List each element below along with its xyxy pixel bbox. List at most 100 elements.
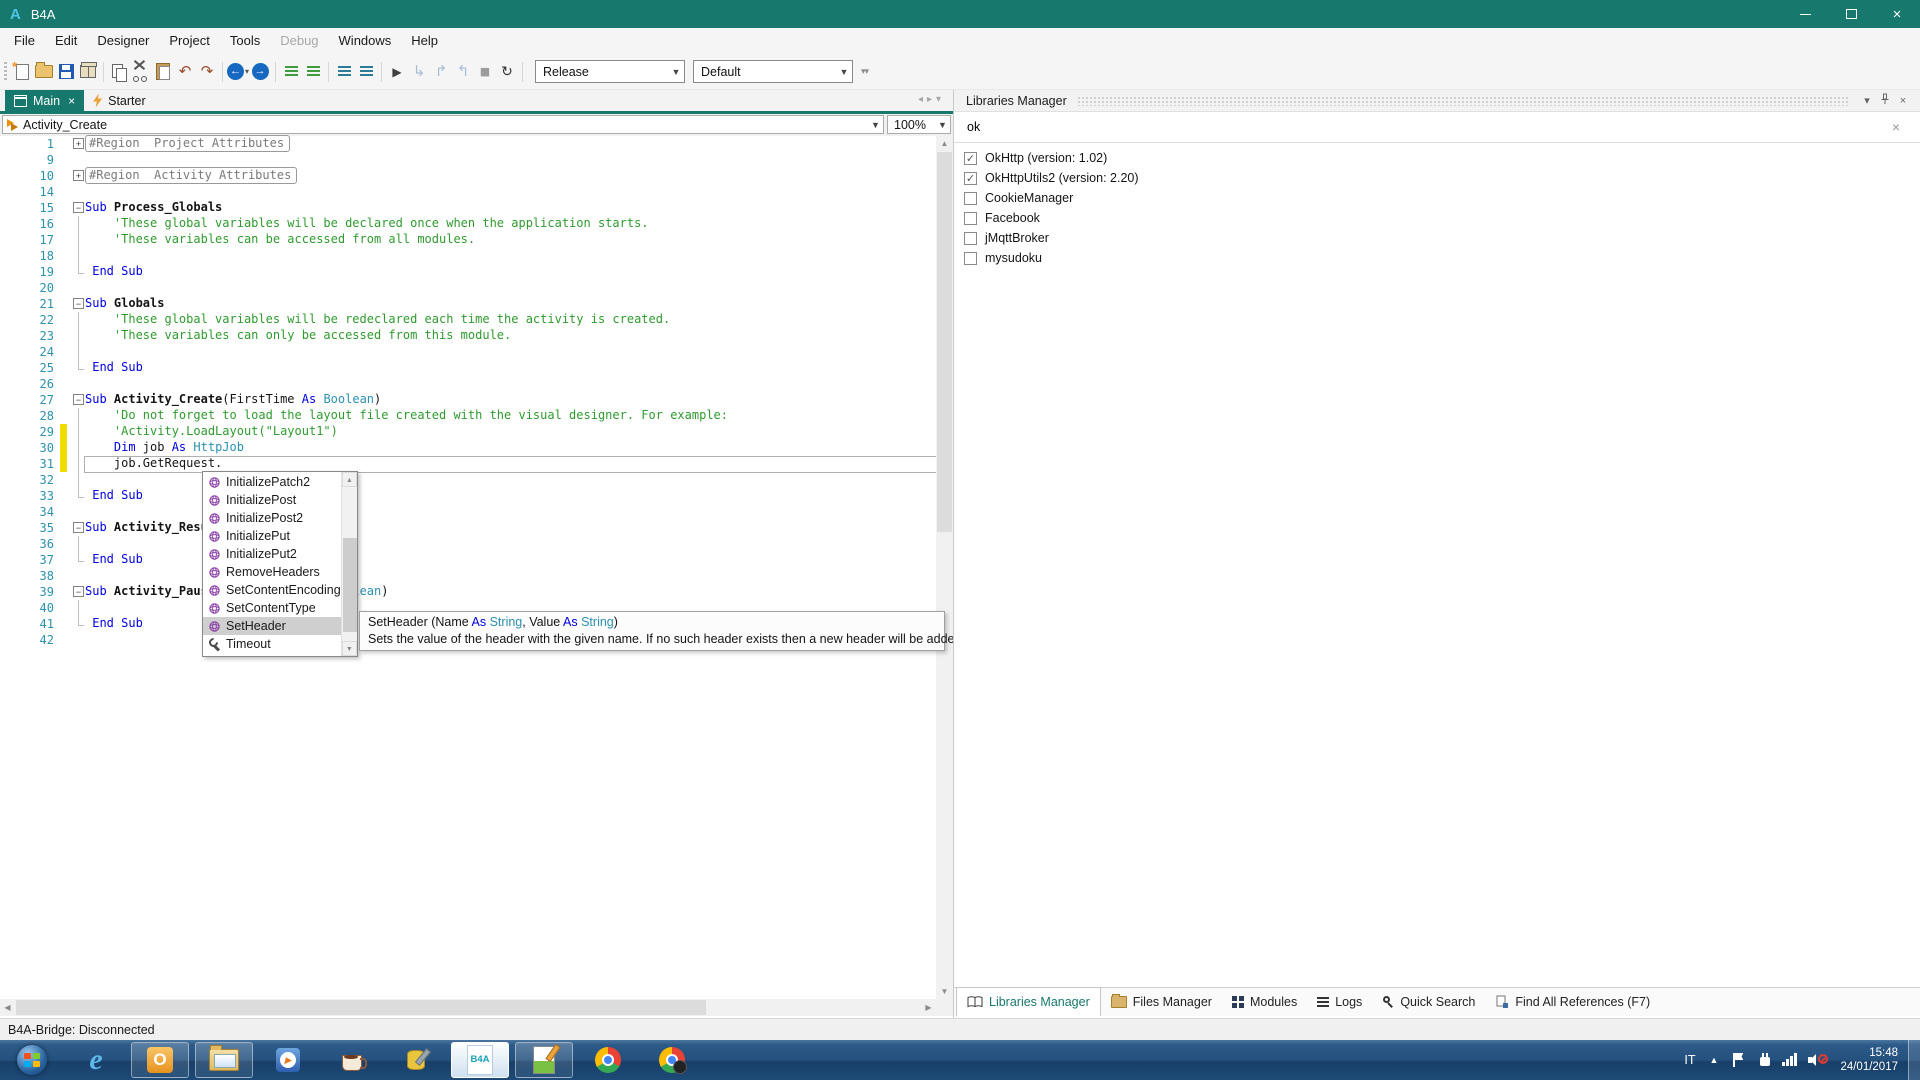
- code-line-23[interactable]: 23 'These variables can only be accessed…: [0, 328, 936, 344]
- step-over-icon[interactable]: ↱: [430, 60, 452, 84]
- code-line-30[interactable]: 30 Dim job As HttpJob: [0, 440, 936, 456]
- scroll-up-arrow[interactable]: ▲: [342, 472, 357, 487]
- autocomplete-item-setheader[interactable]: SetHeader: [203, 617, 341, 635]
- panel-tab-libraries-manager[interactable]: Libraries Manager: [956, 987, 1101, 1016]
- panel-tab-find-all-references-f7-[interactable]: Find All References (F7): [1485, 988, 1660, 1016]
- code-line-10[interactable]: 10+#Region Activity Attributes: [0, 168, 936, 184]
- paste-icon[interactable]: [152, 60, 174, 84]
- tab-starter[interactable]: Starter: [84, 90, 155, 111]
- run-icon[interactable]: ▶: [386, 60, 408, 84]
- library-item[interactable]: ✓OkHttp (version: 1.02): [954, 148, 1920, 168]
- comment-icon[interactable]: [280, 60, 302, 84]
- autocomplete-item-initializeput2[interactable]: InitializePut2: [203, 545, 341, 563]
- fold-margin[interactable]: −: [67, 584, 85, 600]
- code-line-31[interactable]: 31 job.GetRequest.: [0, 456, 936, 472]
- code-line-24[interactable]: 24: [0, 344, 936, 360]
- code-line-19[interactable]: 19 End Sub: [0, 264, 936, 280]
- checkbox-checked[interactable]: ✓: [964, 172, 977, 185]
- autocomplete-item-initializeput[interactable]: InitializePut: [203, 527, 341, 545]
- fold-margin[interactable]: −: [67, 200, 85, 216]
- taskbar-b4a-icon[interactable]: B4A: [451, 1042, 509, 1078]
- panel-tab-files-manager[interactable]: Files Manager: [1101, 988, 1222, 1016]
- autocomplete-item-initializepatch2[interactable]: InitializePatch2: [203, 473, 341, 491]
- collapse-icon[interactable]: −: [73, 394, 84, 405]
- minimize-button[interactable]: [1782, 0, 1828, 28]
- taskbar-internet-explorer-icon[interactable]: e: [67, 1042, 125, 1078]
- panel-drag-texture[interactable]: [1077, 96, 1848, 106]
- scroll-down-arrow[interactable]: ▼: [342, 641, 357, 656]
- panel-tab-logs[interactable]: Logs: [1307, 988, 1372, 1016]
- save-icon[interactable]: [55, 60, 77, 84]
- panel-close-icon[interactable]: ×: [1894, 95, 1912, 107]
- code-line-16[interactable]: 16 'These global variables will be decla…: [0, 216, 936, 232]
- taskbar-text-editor-icon[interactable]: [515, 1042, 573, 1078]
- build-configuration-dropdown[interactable]: Release▼: [535, 60, 685, 83]
- pin-icon[interactable]: [1876, 93, 1894, 108]
- rebuild-icon[interactable]: ↻: [496, 60, 518, 84]
- code-line-36[interactable]: 36: [0, 536, 936, 552]
- step-out-icon[interactable]: ↰: [452, 60, 474, 84]
- maximize-button[interactable]: [1828, 0, 1874, 28]
- code-line-18[interactable]: 18: [0, 248, 936, 264]
- menu-designer[interactable]: Designer: [87, 28, 159, 54]
- taskbar-outlook-icon[interactable]: O: [131, 1042, 189, 1078]
- forward-icon[interactable]: →: [249, 60, 271, 84]
- scrollbar-thumb[interactable]: [343, 538, 357, 632]
- checkbox-unchecked[interactable]: [964, 252, 977, 265]
- code-line-28[interactable]: 28 'Do not forget to load the layout fil…: [0, 408, 936, 424]
- indent-decrease-icon[interactable]: [333, 60, 355, 84]
- autocomplete-item-setcontentencoding[interactable]: SetContentEncoding: [203, 581, 341, 599]
- volume-muted-icon[interactable]: [1808, 1052, 1826, 1068]
- fold-margin[interactable]: −: [67, 296, 85, 312]
- code-line-14[interactable]: 14: [0, 184, 936, 200]
- package-icon[interactable]: [77, 60, 99, 84]
- menu-tools[interactable]: Tools: [220, 28, 270, 54]
- library-search-input[interactable]: [954, 112, 1920, 142]
- checkbox-checked[interactable]: ✓: [964, 152, 977, 165]
- window-position-icon[interactable]: ▾: [1858, 94, 1876, 107]
- step-into-icon[interactable]: ↳: [408, 60, 430, 84]
- power-plug-icon[interactable]: [1756, 1052, 1774, 1068]
- code-line-38[interactable]: 38: [0, 568, 936, 584]
- collapse-icon[interactable]: −: [73, 522, 84, 533]
- code-line-27[interactable]: 27−Sub Activity_Create(FirstTime As Bool…: [0, 392, 936, 408]
- taskbar-clock[interactable]: 15:48 24/01/2017: [1840, 1046, 1898, 1074]
- code-line-21[interactable]: 21−Sub Globals: [0, 296, 936, 312]
- library-item[interactable]: jMqttBroker: [954, 228, 1920, 248]
- checkbox-unchecked[interactable]: [964, 212, 977, 225]
- scroll-right-arrow[interactable]: ▶: [921, 999, 936, 1016]
- code-line-26[interactable]: 26: [0, 376, 936, 392]
- library-item[interactable]: ✓OkHttpUtils2 (version: 2.20): [954, 168, 1920, 188]
- undo-icon[interactable]: ↶: [174, 60, 196, 84]
- code-line-29[interactable]: 29 'Activity.LoadLayout("Layout1"): [0, 424, 936, 440]
- menu-edit[interactable]: Edit: [45, 28, 87, 54]
- code-line-22[interactable]: 22 'These global variables will be redec…: [0, 312, 936, 328]
- clear-search-icon[interactable]: ×: [1892, 119, 1900, 135]
- taskbar-chrome-profile-icon[interactable]: [643, 1042, 701, 1078]
- autocomplete-item-initializepost[interactable]: InitializePost: [203, 491, 341, 509]
- library-item[interactable]: CookieManager: [954, 188, 1920, 208]
- code-line-15[interactable]: 15−Sub Process_Globals: [0, 200, 936, 216]
- tab-scroll-buttons[interactable]: ◂▸▾: [918, 94, 945, 105]
- taskbar-media-player-icon[interactable]: ▶: [259, 1042, 317, 1078]
- editor-vertical-scrollbar[interactable]: ▲ ▼: [936, 136, 953, 999]
- code-line-37[interactable]: 37 End Sub: [0, 552, 936, 568]
- checkbox-unchecked[interactable]: [964, 232, 977, 245]
- action-center-flag-icon[interactable]: [1730, 1052, 1748, 1068]
- fold-margin[interactable]: +: [67, 136, 85, 152]
- fold-margin[interactable]: +: [67, 168, 85, 184]
- collapse-icon[interactable]: −: [73, 298, 84, 309]
- cut-icon[interactable]: [130, 60, 152, 84]
- code-line-1[interactable]: 1+#Region Project Attributes: [0, 136, 936, 152]
- menu-windows[interactable]: Windows: [329, 28, 402, 54]
- hidden-icons-arrow[interactable]: ▲: [1710, 1055, 1719, 1065]
- checkbox-unchecked[interactable]: [964, 192, 977, 205]
- indent-increase-icon[interactable]: [355, 60, 377, 84]
- scroll-left-arrow[interactable]: ◀: [0, 999, 15, 1016]
- close-button[interactable]: ×: [1874, 0, 1920, 28]
- editor-zoom-dropdown[interactable]: 100% ▼: [887, 115, 951, 134]
- editor-horizontal-scrollbar[interactable]: ◀ ▶: [0, 999, 953, 1016]
- sub-navigator-dropdown[interactable]: Activity_Create ▼: [2, 115, 884, 134]
- tab-close-icon[interactable]: ×: [68, 94, 75, 108]
- uncomment-icon[interactable]: [302, 60, 324, 84]
